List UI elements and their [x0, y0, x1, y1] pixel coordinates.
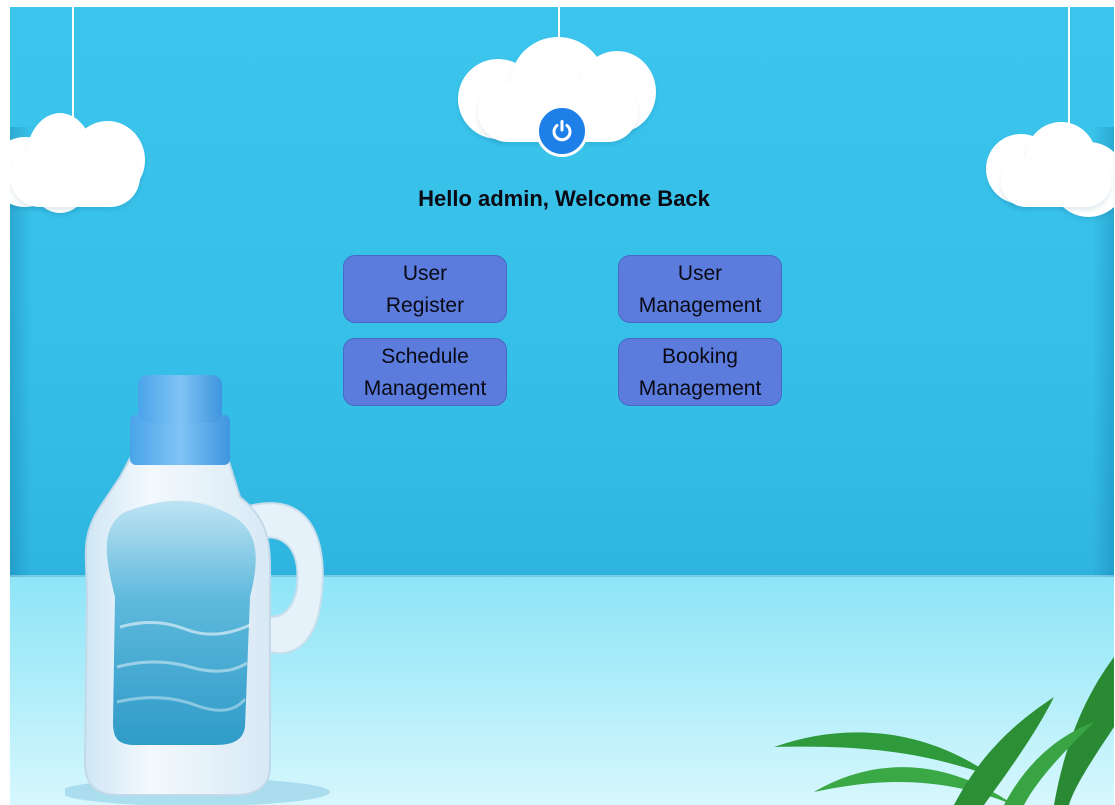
button-label-line2: Register [385, 294, 465, 317]
logout-button[interactable] [536, 105, 588, 157]
button-label-line2: Management [638, 377, 762, 400]
button-label-line1: User [402, 262, 448, 285]
button-label-line1: User [677, 262, 723, 285]
detergent-bottle-image [65, 375, 330, 805]
user-register-button[interactable]: User Register [343, 255, 507, 323]
button-label-line2: Management [363, 377, 487, 400]
schedule-management-button[interactable]: Schedule Management [343, 338, 507, 406]
booking-management-button[interactable]: Booking Management [618, 338, 782, 406]
button-label-line2: Management [638, 294, 762, 317]
user-management-button[interactable]: User Management [618, 255, 782, 323]
app-background: Hello admin, Welcome Back User Register … [10, 7, 1114, 805]
power-icon [552, 120, 572, 142]
button-label-line1: Booking [662, 345, 738, 368]
welcome-message: Hello admin, Welcome Back [418, 186, 710, 211]
cloud-string-right [1068, 7, 1070, 135]
cloud-string-left [72, 7, 74, 125]
palm-leaves-image [774, 657, 1114, 805]
button-label-line1: Schedule [381, 345, 469, 368]
